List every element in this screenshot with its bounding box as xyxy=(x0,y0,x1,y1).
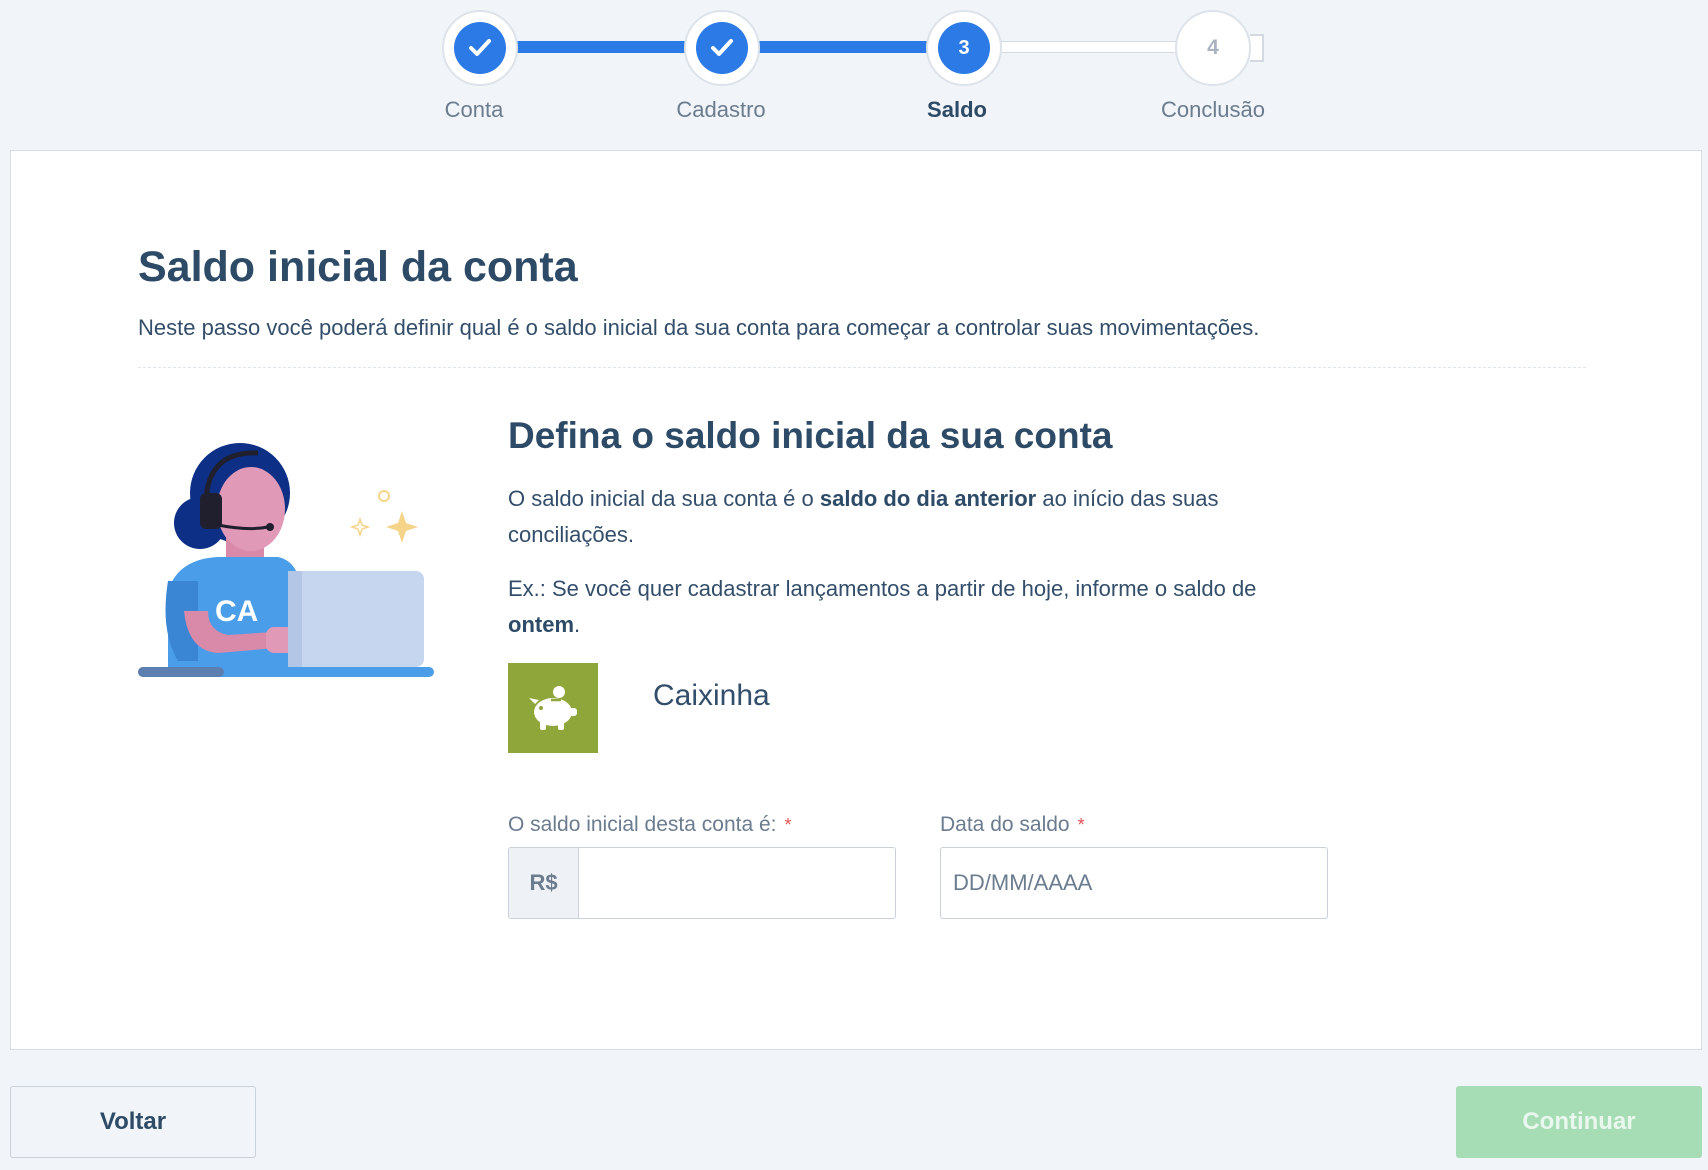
step-label-conta: Conta xyxy=(444,97,504,122)
step-label-conclusao: Conclusão xyxy=(1161,97,1265,122)
data-saldo-input[interactable] xyxy=(940,847,1328,919)
support-agent-illustration: CA xyxy=(138,431,468,681)
step-label-saldo: Saldo xyxy=(927,97,987,122)
example-text: Ex.: Se você quer cadastrar lançamentos … xyxy=(508,576,1257,637)
progress-stepper: 3 4 Conta Cadastro Saldo Conclusão xyxy=(0,0,1708,140)
data-label: Data do saldo * xyxy=(940,813,1085,836)
main-card: Saldo inicial da conta Neste passo você … xyxy=(10,150,1702,1050)
step-number: 4 xyxy=(1187,22,1239,74)
divider xyxy=(138,367,1586,368)
saldo-label: O saldo inicial desta conta é: * xyxy=(508,813,792,836)
step-number: 3 xyxy=(938,22,990,74)
emphasis-text: ontem xyxy=(508,612,574,637)
step-label-cadastro: Cadastro xyxy=(676,97,766,122)
saldo-input[interactable] xyxy=(579,848,895,918)
currency-prefix: R$ xyxy=(509,848,579,918)
check-icon xyxy=(696,22,748,74)
page-title: Saldo inicial da conta xyxy=(138,243,578,291)
piggy-bank-icon xyxy=(529,686,577,730)
required-mark: * xyxy=(784,815,792,835)
section-title: Defina o saldo inicial da sua conta xyxy=(508,415,1113,456)
account-badge xyxy=(508,663,598,753)
stepper-line-end xyxy=(1250,34,1264,62)
back-button[interactable]: Voltar xyxy=(10,1086,256,1158)
ca-badge-text: CA xyxy=(215,595,258,628)
explanation-text: O saldo inicial da sua conta é o saldo d… xyxy=(508,486,1219,547)
page-description: Neste passo você poderá definir qual é o… xyxy=(138,315,1260,340)
step-2-cadastro xyxy=(684,10,760,86)
continue-button[interactable]: Continuar xyxy=(1456,1086,1702,1158)
emphasis-text: saldo do dia anterior xyxy=(819,486,1037,511)
step-3-saldo: 3 xyxy=(926,10,1002,86)
check-icon xyxy=(454,22,506,74)
step-4-conclusao: 4 xyxy=(1175,10,1251,86)
step-1-conta xyxy=(442,10,518,86)
required-mark: * xyxy=(1077,815,1085,835)
saldo-input-group: R$ xyxy=(508,847,896,919)
account-name: Caixinha xyxy=(653,679,770,712)
